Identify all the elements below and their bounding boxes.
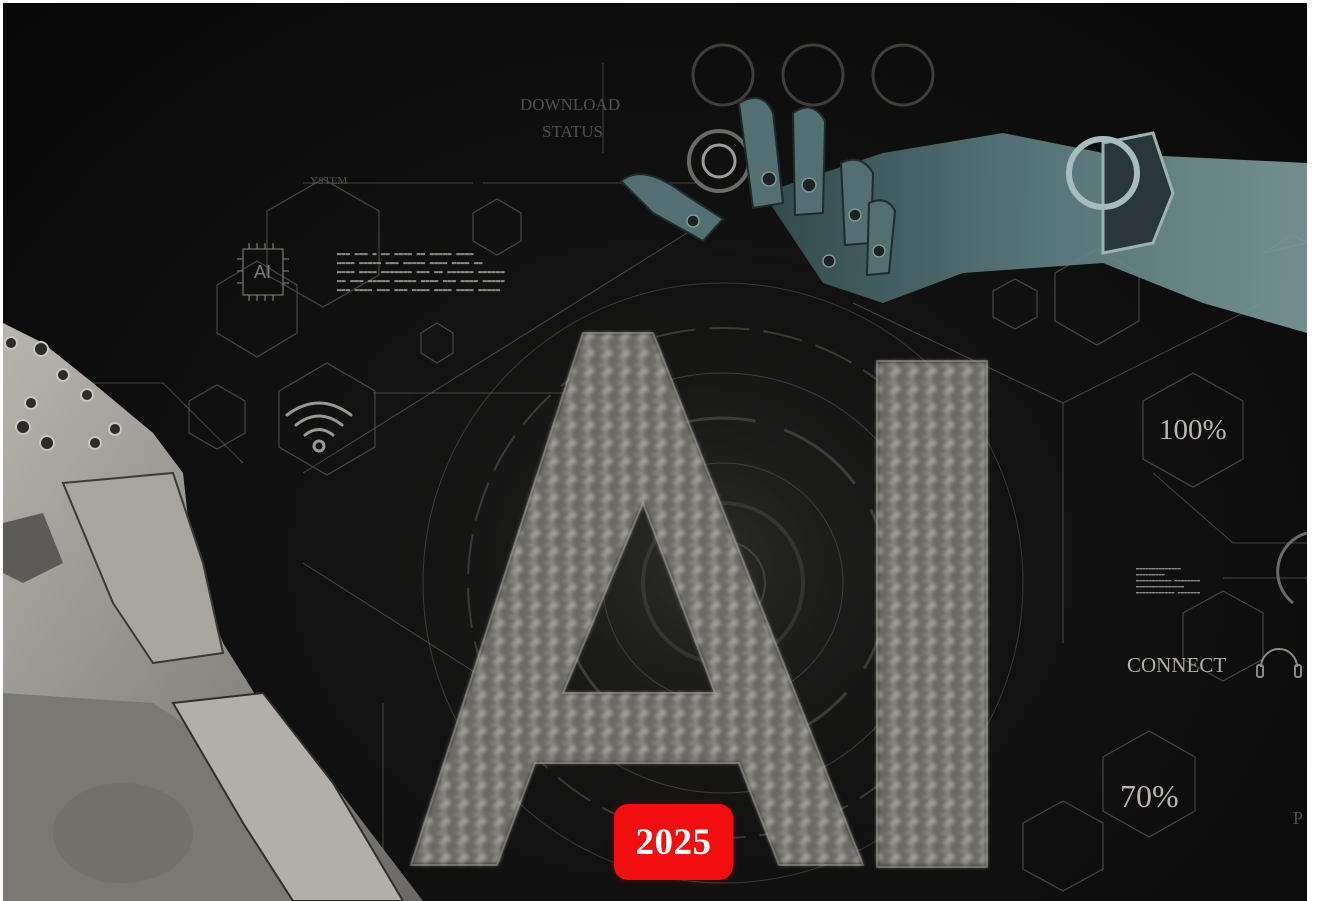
background-artwork: [3, 43, 1307, 901]
percent-top-label: 100%: [1159, 414, 1227, 446]
edge-partial-label: P: [1293, 808, 1304, 828]
year-badge: 2025: [614, 804, 733, 880]
download-label-line2: STATUS: [542, 122, 603, 141]
connect-label: CONNECT: [1127, 653, 1227, 677]
chip-label: AI: [254, 262, 272, 282]
year-badge-text: 2025: [635, 821, 712, 863]
data-readout-block: ▬▬▬▬▬▬▬▬▬▬▬▬▬▬ ▬▬▬▬▬▬▬▬▬ ▬▬▬▬▬▬▬▬▬▬▬ ▬▬▬…: [1136, 566, 1201, 596]
system-label: YSTEM: [310, 175, 348, 187]
image-frame: DOWNLOAD STATUS YSTEM AI ▬▬▬ ▬▬▬ ▬ ▬▬ ▬▬…: [0, 0, 1317, 901]
wifi-icon: [285, 401, 353, 453]
ai-poster: DOWNLOAD STATUS YSTEM AI ▬▬▬ ▬▬▬ ▬ ▬▬ ▬▬…: [3, 3, 1307, 901]
download-label-line1: DOWNLOAD: [520, 95, 621, 114]
mirrored-code-block: ▬▬▬ ▬▬▬ ▬ ▬▬ ▬▬▬▬ ▬▬ ▬▬▬▬▬ ▬▬▬▬ ▬▬▬▬ ▬▬▬…: [337, 250, 505, 294]
percent-bottom-label: 70%: [1120, 778, 1179, 814]
